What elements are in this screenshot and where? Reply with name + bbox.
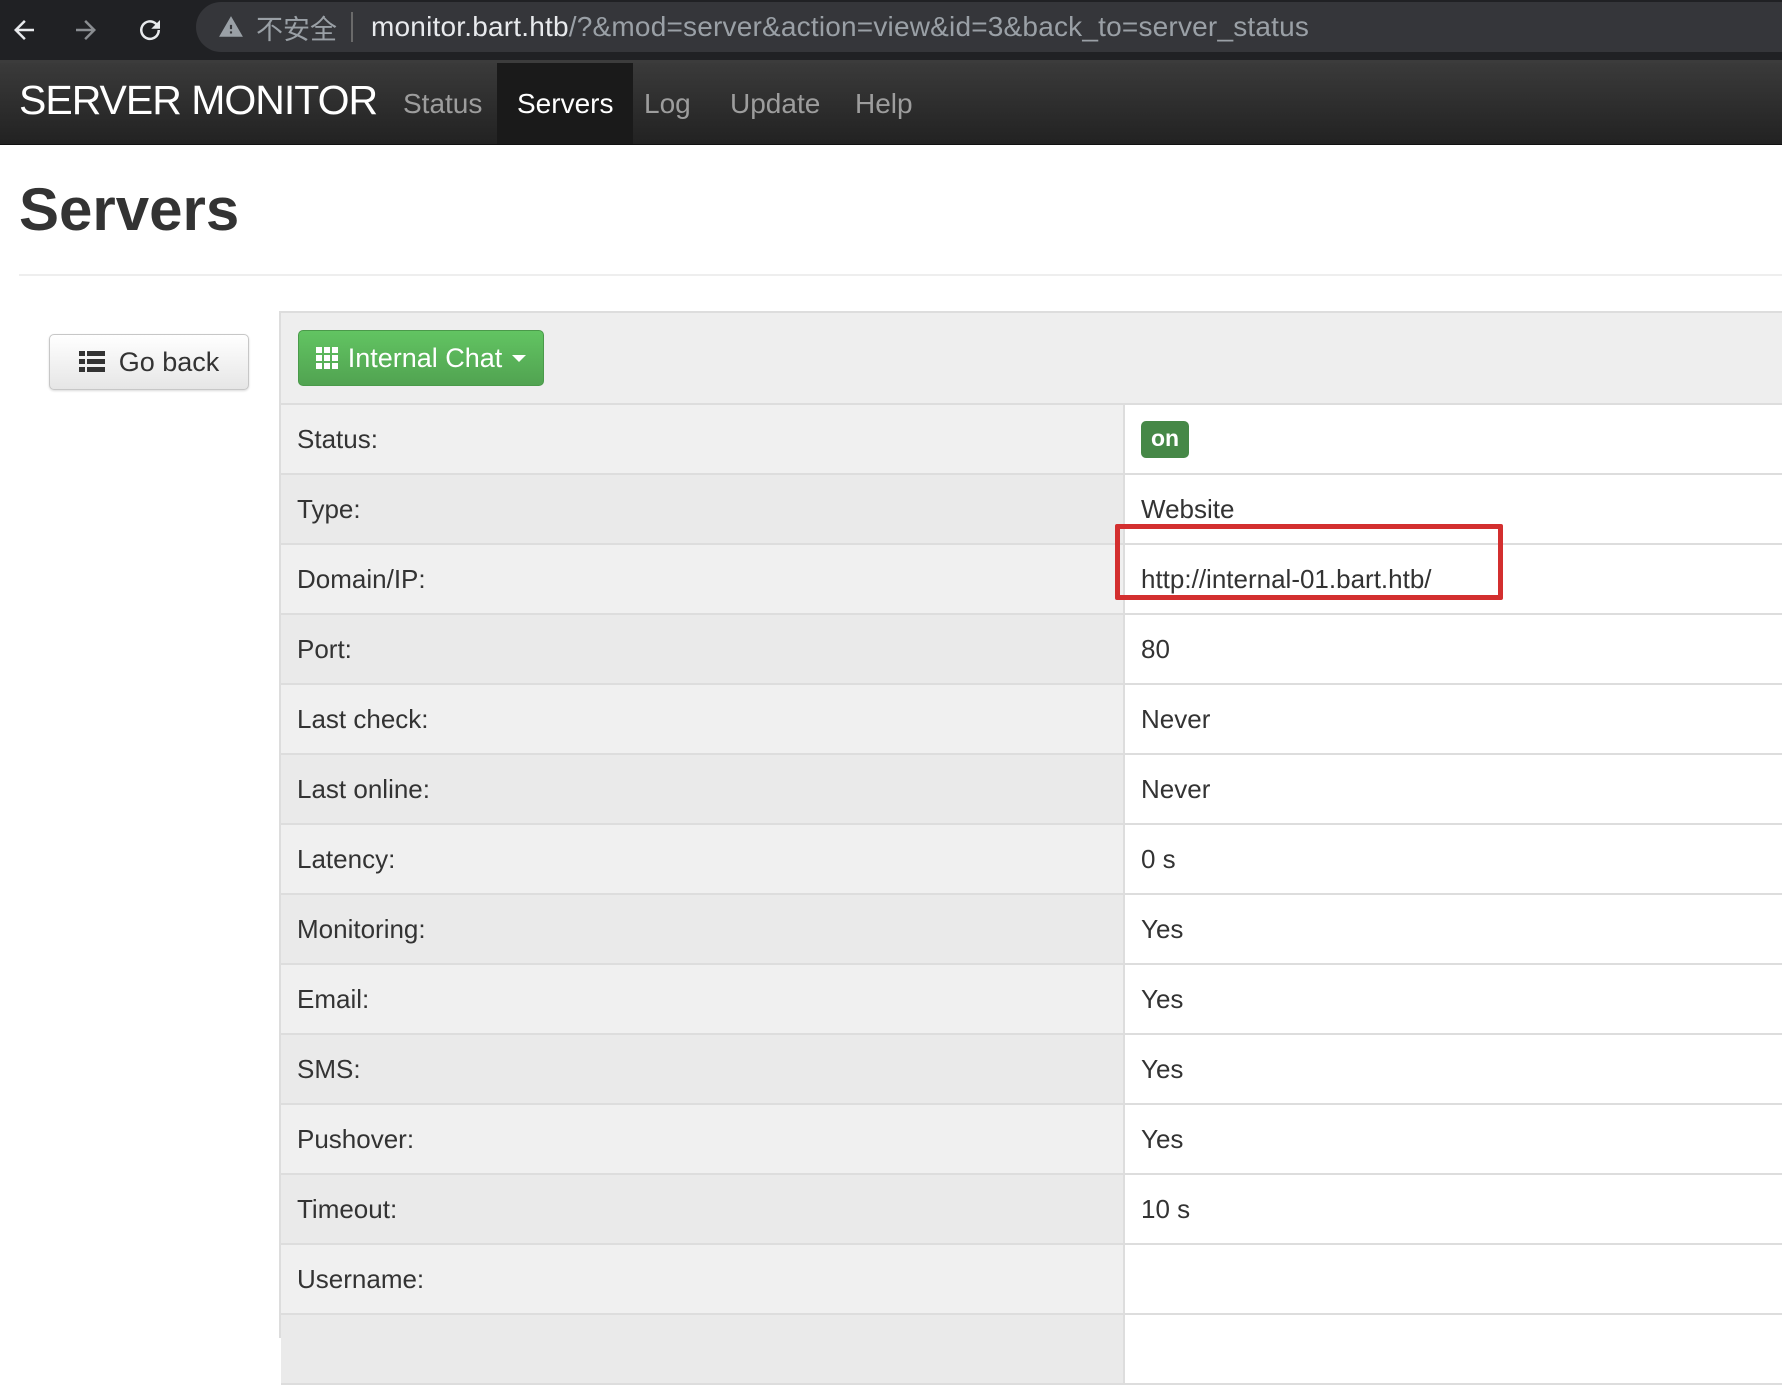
domain-value-cell: http://internal-01.bart.htb/ [1115, 523, 1782, 615]
address-bar[interactable]: 不安全 monitor.bart.htb/?&mod=server&action… [196, 2, 1782, 52]
forward-arrow-icon[interactable] [64, 8, 108, 52]
server-select-dropdown[interactable]: Internal Chat [298, 330, 544, 386]
latency-label: Latency: [281, 824, 1125, 895]
page-title: Servers [19, 176, 240, 243]
table-row: Last check: Never [281, 684, 1782, 755]
table-row: Domain/IP: http://internal-01.bart.htb/ [281, 523, 1782, 615]
nav-update[interactable]: Update [710, 63, 840, 144]
domain-value-wrap: http://internal-01.bart.htb/ [1115, 523, 1503, 600]
table-row: Last online: Never [281, 754, 1782, 825]
last-online-label: Last online: [281, 754, 1125, 825]
table-row: Type: Website [281, 474, 1782, 545]
url-text[interactable]: monitor.bart.htb/?&mod=server&action=vie… [371, 11, 1309, 43]
url-host: monitor.bart.htb [371, 11, 569, 42]
table-row: SMS: Yes [281, 1034, 1782, 1105]
table-row: Email: Yes [281, 964, 1782, 1035]
table-row: Latency: 0 s [281, 824, 1782, 895]
monitoring-value: Yes [1124, 894, 1782, 965]
sms-value: Yes [1124, 1034, 1782, 1105]
table-row: Status: on [281, 405, 1782, 475]
timeout-value: 10 s [1124, 1174, 1782, 1245]
status-value: on [1124, 405, 1782, 475]
server-detail-panel: Internal Chat Status: on Type: Website D… [279, 311, 1782, 1385]
reload-icon[interactable] [128, 8, 172, 52]
extra-label [281, 1314, 1125, 1385]
caret-down-icon [512, 354, 527, 362]
timeout-label: Timeout: [281, 1174, 1125, 1245]
list-icon [78, 351, 105, 372]
app-navbar: SERVER MONITOR Status Servers Log Update… [0, 63, 1782, 145]
table-row: Pushover: Yes [281, 1104, 1782, 1175]
extra-value [1124, 1314, 1782, 1385]
not-secure-label: 不安全 [256, 14, 337, 45]
port-value: 80 [1124, 614, 1782, 685]
browser-toolbar: 不安全 monitor.bart.htb/?&mod=server&action… [0, 0, 1782, 63]
username-value [1124, 1244, 1782, 1315]
sms-label: SMS: [281, 1034, 1125, 1105]
monitoring-label: Monitoring: [281, 894, 1125, 965]
server-name: Internal Chat [347, 342, 503, 373]
email-label: Email: [281, 964, 1125, 1035]
table-row: Monitoring: Yes [281, 894, 1782, 965]
last-check-value: Never [1124, 684, 1782, 755]
go-back-button[interactable]: Go back [49, 334, 249, 390]
pushover-value: Yes [1124, 1104, 1782, 1175]
status-badge: on [1141, 420, 1190, 458]
nav-status[interactable]: Status [383, 63, 502, 144]
table-row [281, 1314, 1782, 1385]
nav-servers[interactable]: Servers [497, 63, 634, 144]
back-arrow-icon[interactable] [2, 8, 46, 52]
url-path: /?&mod=server&action=view&id=3&back_to=s… [568, 11, 1310, 42]
last-check-label: Last check: [281, 684, 1125, 755]
username-label: Username: [281, 1244, 1125, 1315]
port-label: Port: [281, 614, 1125, 685]
email-value: Yes [1124, 964, 1782, 1035]
pushover-label: Pushover: [281, 1104, 1125, 1175]
panel-header: Internal Chat [281, 313, 1782, 405]
highlight-box [1115, 523, 1503, 600]
domain-label: Domain/IP: [281, 544, 1125, 615]
grid-icon [315, 347, 338, 369]
address-separator [351, 12, 353, 42]
table-row: Port: 80 [281, 614, 1782, 685]
header-divider [19, 274, 1782, 276]
latency-value: 0 s [1124, 824, 1782, 895]
table-row: Timeout: 10 s [281, 1174, 1782, 1245]
go-back-label: Go back [118, 346, 220, 377]
status-label: Status: [281, 405, 1125, 475]
warning-icon [219, 16, 243, 37]
nav-help[interactable]: Help [835, 63, 933, 144]
nav-log[interactable]: Log [624, 63, 711, 144]
type-label: Type: [281, 474, 1125, 545]
brand-title[interactable]: SERVER MONITOR [19, 77, 378, 124]
last-online-value: Never [1124, 754, 1782, 825]
server-detail-table: Status: on Type: Website Domain/IP: http… [281, 405, 1782, 1385]
table-row: Username: [281, 1244, 1782, 1315]
